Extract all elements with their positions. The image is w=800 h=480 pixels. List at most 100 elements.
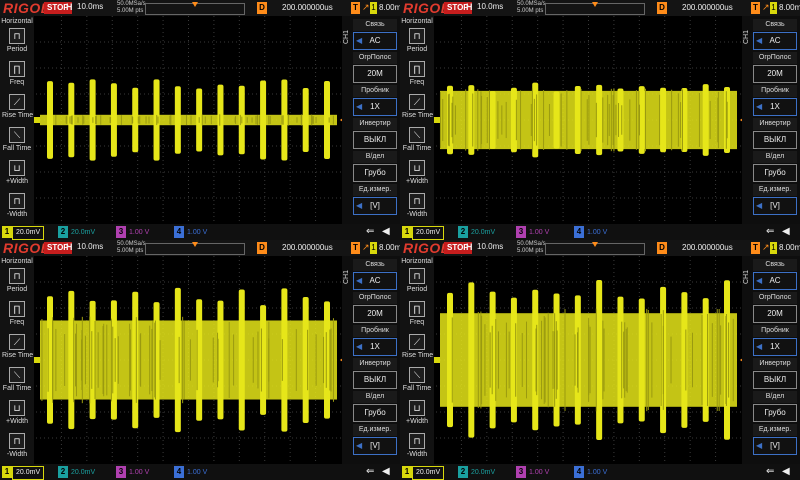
speaker-icon[interactable]: ◀ bbox=[382, 226, 390, 237]
measure-pos-width-button[interactable]: ⊔ +Width bbox=[402, 400, 432, 425]
menu-probe[interactable]: Пробник ◀ 1X bbox=[353, 85, 397, 116]
ch4-chip[interactable]: 4 1.00 V bbox=[174, 226, 207, 238]
waveform-display[interactable] bbox=[36, 256, 341, 464]
menu-value[interactable]: Грубо bbox=[753, 404, 797, 422]
menu-value[interactable]: 20M bbox=[353, 65, 397, 83]
trigger-level[interactable]: 8.00mV bbox=[379, 3, 400, 12]
measure-period-button[interactable]: ⊓ Period bbox=[402, 28, 432, 53]
ch1-offset-marker[interactable] bbox=[34, 117, 40, 123]
menu-probe[interactable]: Пробник ◀ 1X bbox=[353, 325, 397, 356]
measure-fall-time-button[interactable]: ⟍ Fall Time bbox=[402, 127, 432, 152]
menu-value[interactable]: ◀ AC bbox=[753, 272, 797, 290]
menu-value[interactable]: ◀ [V] bbox=[753, 197, 797, 215]
menu-bandwidth[interactable]: ОгрПолос 20M bbox=[353, 52, 397, 83]
ch1-offset-marker[interactable] bbox=[34, 357, 40, 363]
menu-value[interactable]: Грубо bbox=[353, 404, 397, 422]
ch1-chip[interactable]: 1 20.0mV bbox=[2, 226, 45, 240]
menu-invert[interactable]: Инвертир ВЫКЛ bbox=[753, 118, 797, 149]
ch2-chip[interactable]: 2 20.0mV bbox=[58, 226, 95, 238]
speaker-icon[interactable]: ◀ bbox=[382, 466, 390, 477]
timebase-value[interactable]: 10.0ms bbox=[77, 242, 103, 251]
ch4-chip[interactable]: 4 1.00 V bbox=[574, 226, 607, 238]
delay-value[interactable]: 200.000000us bbox=[682, 243, 733, 252]
measure-neg-width-button[interactable]: ⊓ -Width bbox=[402, 433, 432, 458]
measure-rise-time-button[interactable]: ⟋ Rise Time bbox=[402, 94, 433, 119]
timebase-value[interactable]: 10.0ms bbox=[77, 2, 103, 11]
menu-value[interactable]: 20M bbox=[753, 65, 797, 83]
timebase-value[interactable]: 10.0ms bbox=[477, 2, 503, 11]
delay-value[interactable]: 200.000000us bbox=[282, 3, 333, 12]
menu-invert[interactable]: Инвертир ВЫКЛ bbox=[353, 118, 397, 149]
menu-units[interactable]: Ед.измер. ◀ [V] bbox=[753, 184, 797, 215]
menu-value[interactable]: ◀ AC bbox=[353, 272, 397, 290]
menu-value[interactable]: ◀ [V] bbox=[353, 197, 397, 215]
menu-coupling[interactable]: Связь ◀ AC bbox=[353, 259, 397, 290]
menu-volts-div[interactable]: В/дел Грубо bbox=[753, 151, 797, 182]
measure-rise-time-button[interactable]: ⟋ Rise Time bbox=[402, 334, 433, 359]
menu-coupling[interactable]: Связь ◀ AC bbox=[753, 259, 797, 290]
ch1-chip[interactable]: 1 20.0mV bbox=[2, 466, 45, 480]
menu-bandwidth[interactable]: ОгрПолос 20M bbox=[353, 292, 397, 323]
menu-probe[interactable]: Пробник ◀ 1X bbox=[753, 85, 797, 116]
menu-value[interactable]: 20M bbox=[353, 305, 397, 323]
ch1-chip[interactable]: 1 20.0mV bbox=[402, 226, 445, 240]
measure-rise-time-button[interactable]: ⟋ Rise Time bbox=[2, 334, 33, 359]
measure-period-button[interactable]: ⊓ Period bbox=[2, 268, 32, 293]
menu-units[interactable]: Ед.измер. ◀ [V] bbox=[753, 424, 797, 455]
measure-rise-time-button[interactable]: ⟋ Rise Time bbox=[2, 94, 33, 119]
ch4-chip[interactable]: 4 1.00 V bbox=[174, 466, 207, 478]
menu-value[interactable]: ВЫКЛ bbox=[353, 371, 397, 389]
measure-pos-width-button[interactable]: ⊔ +Width bbox=[2, 160, 32, 185]
measure-period-button[interactable]: ⊓ Period bbox=[402, 268, 432, 293]
ch2-chip[interactable]: 2 20.0mV bbox=[458, 466, 495, 478]
menu-value[interactable]: ◀ AC bbox=[353, 32, 397, 50]
trigger-level[interactable]: 8.00mV bbox=[779, 3, 800, 12]
waveform-display[interactable] bbox=[436, 256, 741, 464]
measure-pos-width-button[interactable]: ⊔ +Width bbox=[2, 400, 32, 425]
measure-fall-time-button[interactable]: ⟍ Fall Time bbox=[2, 127, 32, 152]
measure-pos-width-button[interactable]: ⊔ +Width bbox=[402, 160, 432, 185]
menu-coupling[interactable]: Связь ◀ AC bbox=[353, 19, 397, 50]
waveform-display[interactable] bbox=[436, 16, 741, 224]
trigger-level[interactable]: 8.00mV bbox=[379, 243, 400, 252]
ch2-chip[interactable]: 2 20.0mV bbox=[458, 226, 495, 238]
menu-value[interactable]: ◀ AC bbox=[753, 32, 797, 50]
memory-position-bar[interactable] bbox=[145, 242, 245, 255]
menu-value[interactable]: ВЫКЛ bbox=[753, 371, 797, 389]
ch3-chip[interactable]: 3 1.00 V bbox=[116, 226, 149, 238]
measure-neg-width-button[interactable]: ⊓ -Width bbox=[2, 193, 32, 218]
speaker-icon[interactable]: ◀ bbox=[782, 226, 790, 237]
memory-position-bar[interactable] bbox=[545, 2, 645, 15]
speaker-icon[interactable]: ◀ bbox=[782, 466, 790, 477]
menu-volts-div[interactable]: В/дел Грубо bbox=[353, 391, 397, 422]
menu-value[interactable]: ВЫКЛ bbox=[353, 131, 397, 149]
ch1-offset-marker[interactable] bbox=[434, 117, 440, 123]
trigger-level[interactable]: 8.00mV bbox=[779, 243, 800, 252]
menu-volts-div[interactable]: В/дел Грубо bbox=[353, 151, 397, 182]
measure-neg-width-button[interactable]: ⊓ -Width bbox=[402, 193, 432, 218]
menu-value[interactable]: Грубо bbox=[753, 164, 797, 182]
menu-units[interactable]: Ед.измер. ◀ [V] bbox=[353, 424, 397, 455]
measure-neg-width-button[interactable]: ⊓ -Width bbox=[2, 433, 32, 458]
menu-value[interactable]: ◀ 1X bbox=[353, 98, 397, 116]
measure-freq-button[interactable]: ∏ Freq bbox=[402, 61, 432, 86]
ch3-chip[interactable]: 3 1.00 V bbox=[116, 466, 149, 478]
menu-value[interactable]: Грубо bbox=[353, 164, 397, 182]
measure-period-button[interactable]: ⊓ Period bbox=[2, 28, 32, 53]
delay-value[interactable]: 200.000000us bbox=[282, 243, 333, 252]
waveform-display[interactable] bbox=[36, 16, 341, 224]
measure-fall-time-button[interactable]: ⟍ Fall Time bbox=[402, 367, 432, 392]
menu-bandwidth[interactable]: ОгрПолос 20M bbox=[753, 52, 797, 83]
timebase-value[interactable]: 10.0ms bbox=[477, 242, 503, 251]
ch3-chip[interactable]: 3 1.00 V bbox=[516, 226, 549, 238]
memory-position-bar[interactable] bbox=[545, 242, 645, 255]
ch2-chip[interactable]: 2 20.0mV bbox=[58, 466, 95, 478]
measure-freq-button[interactable]: ∏ Freq bbox=[2, 61, 32, 86]
ch4-chip[interactable]: 4 1.00 V bbox=[574, 466, 607, 478]
menu-bandwidth[interactable]: ОгрПолос 20M bbox=[753, 292, 797, 323]
menu-value[interactable]: ◀ [V] bbox=[753, 437, 797, 455]
menu-invert[interactable]: Инвертир ВЫКЛ bbox=[353, 358, 397, 389]
menu-value[interactable]: 20M bbox=[753, 305, 797, 323]
menu-coupling[interactable]: Связь ◀ AC bbox=[753, 19, 797, 50]
measure-fall-time-button[interactable]: ⟍ Fall Time bbox=[2, 367, 32, 392]
